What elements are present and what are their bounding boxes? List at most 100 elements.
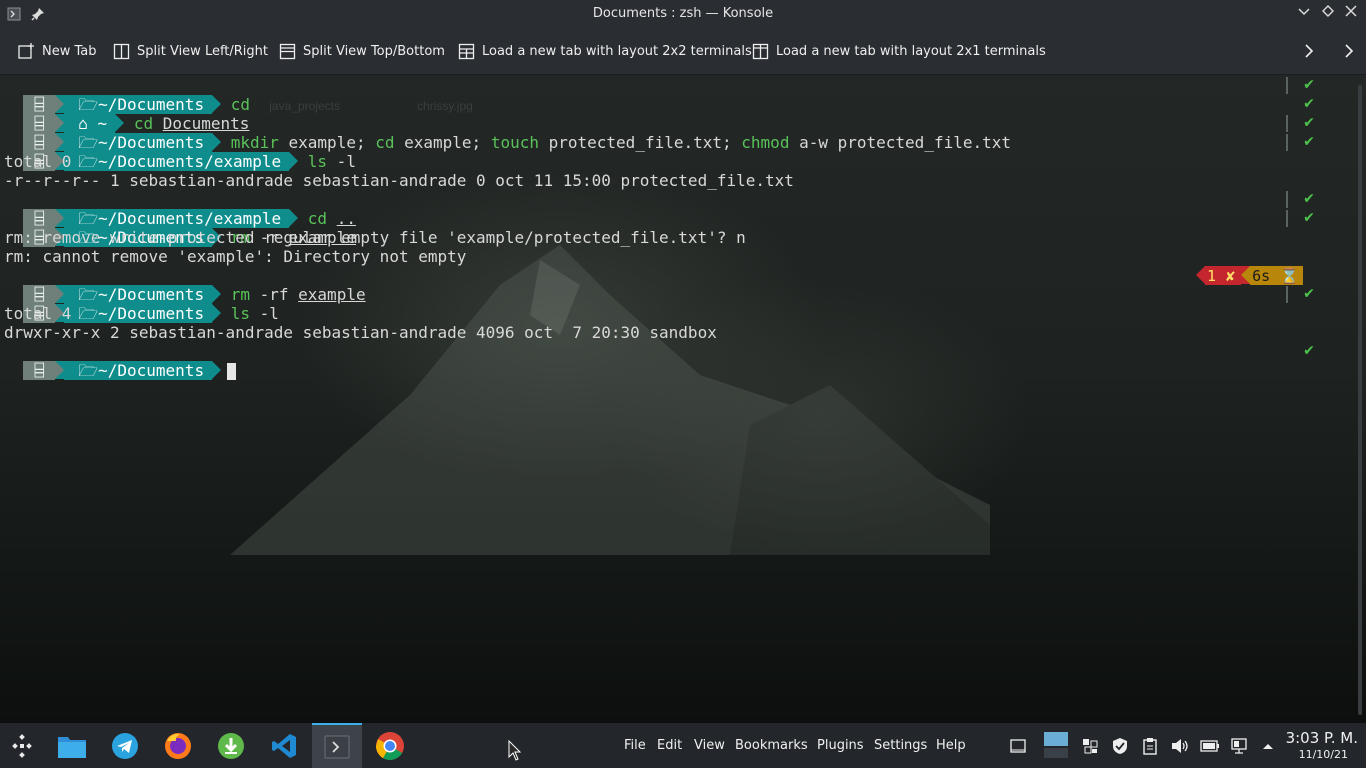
output-line: -r--r--r-- 1 sebastian-andrade sebastian… [4, 171, 794, 190]
menu-plugins[interactable]: Plugins [817, 738, 864, 754]
new-tab-icon [18, 43, 34, 59]
output-line: drwxr-xr-x 2 sebastian-andrade sebastian… [4, 323, 717, 342]
prompt-line: ⌸ ⌂ ~ cd Documents [4, 95, 249, 133]
taskbar-firefox[interactable] [162, 730, 194, 762]
taskbar-telegram[interactable] [109, 730, 141, 762]
split-vertical-icon [113, 43, 130, 59]
ghost-text: java_projects [269, 99, 340, 113]
volume-icon[interactable] [1170, 736, 1190, 756]
layout-2x2-label: Load a new tab with layout 2x2 terminals [482, 43, 752, 59]
prompt-path: ~/Documents/example [98, 152, 282, 171]
new-tab-label: New Tab [42, 43, 97, 59]
command-arg: -l [327, 152, 356, 171]
prompt-path: ~/Documents [98, 304, 205, 323]
command: ls [230, 304, 250, 323]
prompt-git-icon: ⌸ [23, 361, 56, 380]
output-line: rm: cannot remove 'example': Directory n… [4, 247, 467, 266]
folder-icon: 🗁 [78, 304, 99, 323]
split-top-bottom-button[interactable]: Split View Top/Bottom [279, 41, 445, 61]
success-check-icon: ✔ [1303, 77, 1315, 93]
toolbar-overflow-button[interactable] [1339, 41, 1359, 61]
folder-icon: 🗁 [78, 361, 99, 380]
success-check-icon: ✔ [1303, 191, 1315, 207]
layout-2x2-button[interactable]: Load a new tab with layout 2x2 terminals [458, 41, 752, 61]
toolbar: New Tab Split View Left/Right Split View… [0, 28, 1366, 75]
toolbar-scroll-right-button[interactable] [1299, 41, 1319, 61]
exit-code: 1 [1207, 266, 1217, 285]
command-arg: a-w protected_file.txt [789, 133, 1012, 152]
clock-time[interactable]: 3:03 P. M. [1286, 729, 1358, 747]
taskbar-downloader[interactable] [215, 730, 247, 762]
taskbar-konsole[interactable] [312, 723, 362, 768]
command-duration: 6s [1252, 266, 1271, 285]
command-arg: example [298, 285, 366, 304]
hourglass-icon: ⌛ [1280, 266, 1299, 285]
clock-date[interactable]: 11/10/21 [1299, 748, 1348, 761]
terminal-scrollbar[interactable] [1358, 85, 1362, 715]
grid-2x1-icon [752, 43, 769, 59]
success-check-icon: ✔ [1303, 210, 1315, 226]
prompt-line: ⌸ 🗁~/Documents ls -l [4, 285, 279, 323]
layout-2x1-label: Load a new tab with layout 2x1 terminals [776, 43, 1046, 59]
success-check-icon: ✔ [1303, 96, 1315, 112]
maximize-button[interactable] [1319, 5, 1337, 23]
prompt-line: ⌸ 🗁~/Documents/example cd .. [4, 190, 356, 228]
right-prompt-divider [1286, 77, 1288, 94]
folder-icon: 🗁 [78, 152, 99, 171]
right-prompt-divider [1286, 286, 1288, 303]
title-bar: Documents : zsh — Konsole [0, 0, 1366, 28]
firefox-icon [165, 733, 191, 759]
tray-expand-icon[interactable] [1258, 736, 1278, 756]
success-check-icon: ✔ [1303, 343, 1315, 359]
prompt-line: ⌸ 🗁~/Documents rm -rf example [4, 266, 366, 304]
command-arg: protected_file.txt; [538, 133, 742, 152]
taskbar-chrome[interactable] [374, 730, 406, 762]
current-prompt-line[interactable]: ⌸ 🗁~/Documents [4, 342, 237, 380]
network-icon[interactable] [1230, 736, 1250, 756]
taskbar-vscode[interactable] [268, 730, 300, 762]
menu-view[interactable]: View [694, 738, 725, 754]
command: cd [375, 133, 395, 152]
close-button[interactable] [1342, 5, 1360, 23]
chrome-icon [376, 732, 404, 760]
command-arg: -l [249, 304, 279, 323]
activities-icon[interactable] [1080, 736, 1100, 756]
prompt-line: ⌸ 🗁~/Documents mkdir example; cd example;… [4, 114, 1011, 152]
application-launcher-button[interactable] [6, 730, 38, 762]
right-prompt-divider [1286, 191, 1288, 208]
security-shield-icon[interactable] [1110, 736, 1130, 756]
telegram-icon [112, 733, 138, 759]
taskbar: File Edit View Bookmarks Plugins Setting… [0, 723, 1366, 768]
taskbar-file-manager[interactable] [56, 730, 88, 762]
success-check-icon: ✔ [1303, 134, 1315, 150]
mouse-pointer-icon [508, 739, 522, 766]
text-cursor [227, 363, 237, 380]
clipboard-icon[interactable] [1140, 736, 1160, 756]
folder-icon [58, 737, 86, 758]
menu-settings[interactable]: Settings [874, 738, 927, 754]
virtual-desktop-pager[interactable] [1043, 731, 1069, 759]
ghost-text: chrissy.jpg [417, 99, 473, 113]
layout-2x1-button[interactable]: Load a new tab with layout 2x1 terminals [752, 41, 1046, 61]
error-status-segment: 1 ✘ 6s ⌛ [1196, 266, 1303, 285]
right-prompt-divider [1286, 115, 1288, 132]
battery-icon[interactable] [1200, 736, 1220, 756]
menu-edit[interactable]: Edit [657, 738, 682, 754]
output-line: total 4 [4, 304, 72, 323]
launcher-icon [12, 734, 32, 758]
new-tab-button[interactable]: New Tab [17, 41, 97, 61]
right-prompt-divider [1286, 134, 1288, 151]
minimize-button[interactable] [1295, 5, 1313, 23]
prompt-path: ~/Documents [98, 361, 205, 380]
show-desktop-icon[interactable] [1008, 736, 1028, 756]
menu-file[interactable]: File [624, 738, 646, 754]
right-prompt-divider [1286, 210, 1288, 227]
menu-help[interactable]: Help [936, 738, 966, 754]
download-icon [218, 733, 244, 759]
command: ls [307, 152, 328, 171]
output-line: rm: remove write-protected regular empty… [4, 228, 746, 247]
menu-bookmarks[interactable]: Bookmarks [735, 738, 808, 754]
split-left-right-button[interactable]: Split View Left/Right [113, 41, 268, 61]
vscode-icon [272, 734, 296, 758]
output-line: total 0 [4, 152, 72, 171]
